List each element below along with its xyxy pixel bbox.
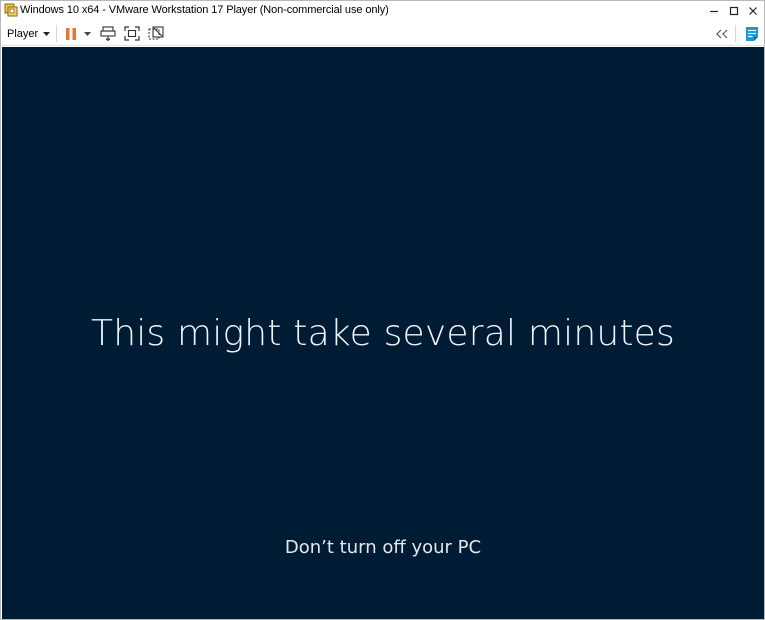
player-menu-label: Player bbox=[7, 27, 39, 40]
minimize-button[interactable] bbox=[703, 1, 725, 21]
vmware-player-window: Windows 10 x64 - VMware Workstation 17 P… bbox=[0, 0, 765, 620]
send-ctrl-alt-del-icon bbox=[100, 26, 116, 41]
player-toolbar: Player bbox=[1, 21, 764, 46]
fullscreen-icon bbox=[124, 26, 140, 41]
guest-display[interactable]: This might take several minutes Don’t tu… bbox=[2, 47, 764, 619]
title-bar[interactable]: Windows 10 x64 - VMware Workstation 17 P… bbox=[1, 1, 764, 21]
dropdown-icon bbox=[83, 31, 91, 36]
send-ctrl-alt-del-button[interactable] bbox=[98, 24, 118, 43]
close-button[interactable] bbox=[742, 1, 764, 21]
notes-button[interactable] bbox=[742, 24, 762, 43]
collapse-toolbar-button[interactable] bbox=[713, 24, 731, 43]
pause-button[interactable] bbox=[63, 24, 79, 43]
window-title: Windows 10 x64 - VMware Workstation 17 P… bbox=[20, 4, 389, 16]
fullscreen-button[interactable] bbox=[122, 24, 142, 43]
setup-status-message: This might take several minutes bbox=[91, 313, 675, 354]
notes-icon bbox=[746, 26, 758, 41]
power-options-dropdown[interactable] bbox=[81, 24, 93, 43]
toolbar-divider bbox=[56, 25, 57, 42]
close-icon bbox=[749, 7, 757, 15]
unity-button[interactable] bbox=[146, 24, 166, 43]
chevron-down-icon bbox=[43, 31, 51, 36]
unity-icon bbox=[148, 26, 164, 40]
collapse-icon bbox=[716, 29, 728, 38]
player-menu-button[interactable]: Player bbox=[4, 25, 53, 42]
vmware-app-icon bbox=[4, 3, 18, 18]
maximize-icon bbox=[729, 6, 739, 16]
toolbar-divider bbox=[735, 25, 736, 42]
setup-warning-message: Don’t turn off your PC bbox=[284, 537, 482, 558]
pause-icon bbox=[66, 27, 76, 40]
minimize-icon bbox=[710, 10, 718, 13]
